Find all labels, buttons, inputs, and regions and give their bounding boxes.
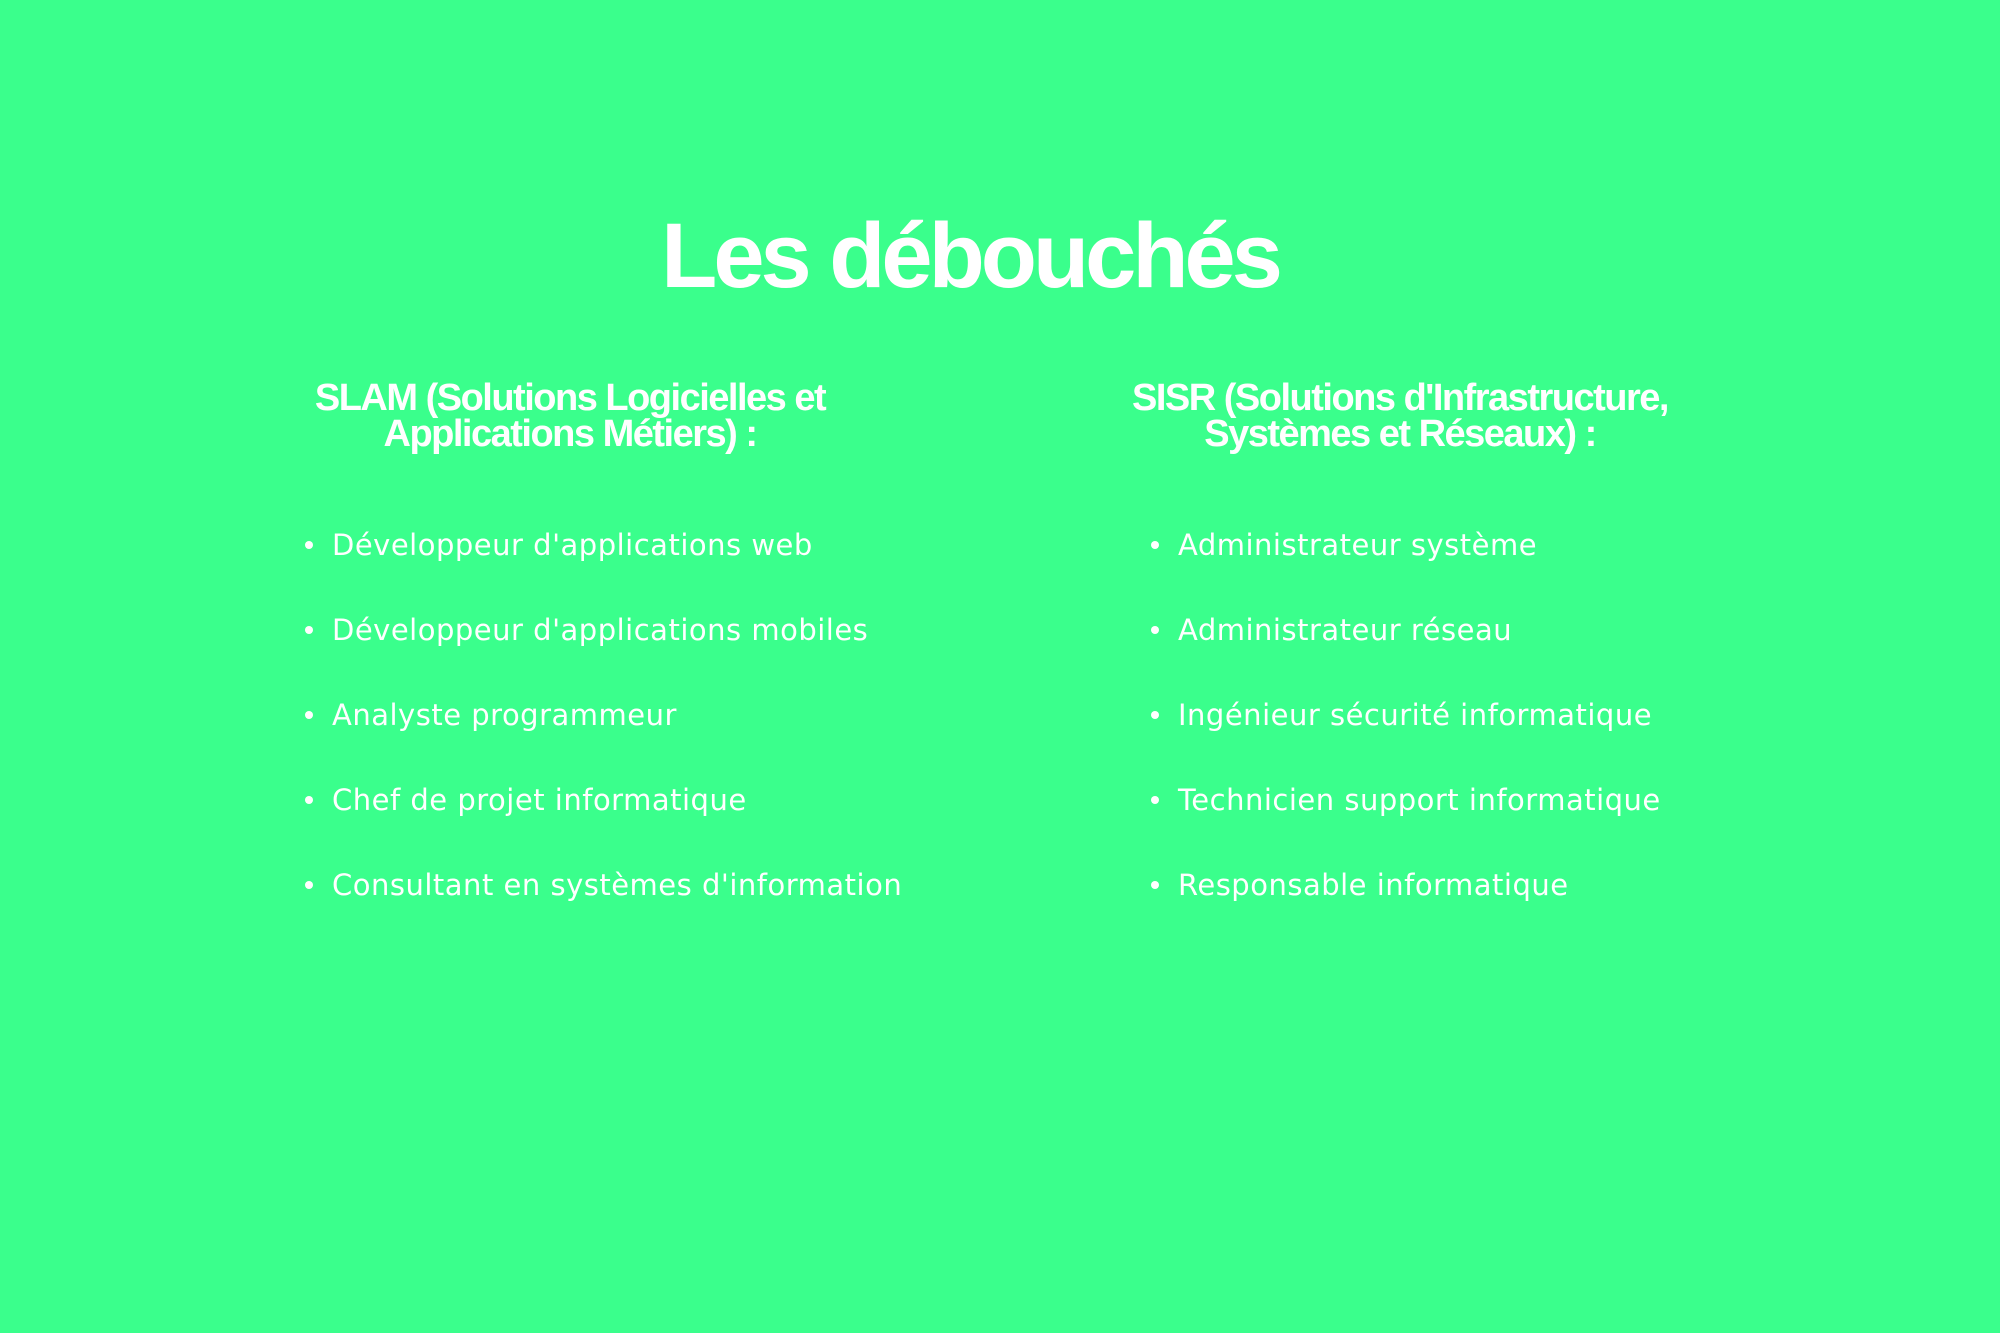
list-item: Consultant en systèmes d'information <box>305 864 903 949</box>
job-label: Développeur d'applications web <box>332 528 813 562</box>
list-item: Analyste programmeur <box>305 694 902 779</box>
bullet-icon <box>1151 541 1159 549</box>
sisr-heading: SISR (Solutions d'Infrastructure, Systèm… <box>1132 377 1669 455</box>
list-item: Développeur d'applications mobiles <box>305 609 902 694</box>
job-label: Chef de projet informatique <box>332 783 747 817</box>
list-item: Ingénieur sécurité informatique <box>1151 694 1661 779</box>
page-title: Les débouchés <box>661 205 1283 307</box>
list-item: Chef de projet informatique <box>305 779 902 864</box>
slam-column: SLAM (Solutions Logicielles et Applicati… <box>260 377 902 902</box>
job-label: Technicien support informatique <box>1178 783 1661 817</box>
bullet-icon <box>1151 626 1159 634</box>
job-label: Responsable informatique <box>1178 868 1569 902</box>
slam-job-list: Développeur d'applications web Développe… <box>305 524 903 949</box>
job-label: Analyste programmeur <box>332 698 677 732</box>
job-label: Administrateur système <box>1178 528 1538 562</box>
bullet-icon <box>1151 711 1159 719</box>
bullet-icon <box>305 881 313 889</box>
job-label: Consultant en systèmes d'information <box>332 868 903 902</box>
list-item: Responsable informatique <box>1151 864 1661 949</box>
bullet-icon <box>1151 881 1159 889</box>
slam-heading: SLAM (Solutions Logicielles et Applicati… <box>314 377 827 455</box>
job-label: Développeur d'applications mobiles <box>332 613 869 647</box>
job-label: Ingénieur sécurité informatique <box>1178 698 1653 732</box>
bullet-icon <box>305 626 313 634</box>
bullet-icon <box>305 541 313 549</box>
list-item: Administrateur réseau <box>1151 609 1661 694</box>
list-item: Administrateur système <box>1151 524 1661 609</box>
bullet-icon <box>1151 796 1159 804</box>
list-item: Développeur d'applications web <box>305 524 902 609</box>
list-item: Technicien support informatique <box>1151 779 1661 864</box>
sisr-column: SISR (Solutions d'Infrastructure, Systèm… <box>1060 377 1740 902</box>
bullet-icon <box>305 711 313 719</box>
bullet-icon <box>305 796 313 804</box>
sisr-job-list: Administrateur système Administrateur ré… <box>1151 524 1661 949</box>
job-label: Administrateur réseau <box>1178 613 1513 647</box>
